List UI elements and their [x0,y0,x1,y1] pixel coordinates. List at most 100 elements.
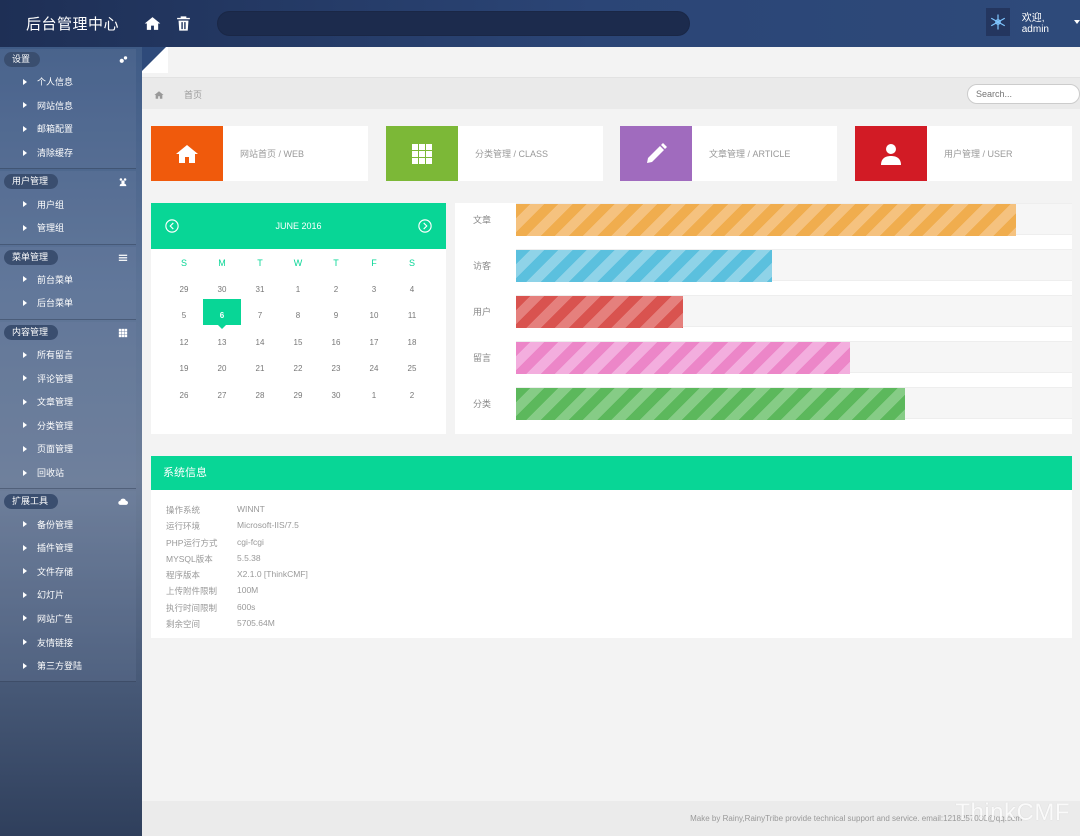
sidebar-item-label: 评论管理 [37,373,74,384]
calendar-day[interactable]: 10 [355,311,393,320]
sidebar-section-title[interactable]: 设置 [4,52,41,67]
sidebar-section-title[interactable]: 用户管理 [4,174,59,190]
quick-tile[interactable]: 分类管理 / CLASS [386,126,603,181]
stat-bar-label: 分类 [473,399,492,409]
top-search-input[interactable] [217,11,690,36]
calendar-day[interactable]: 9 [317,311,355,320]
calendar-day[interactable]: 31 [241,285,279,294]
calendar-day[interactable]: 16 [317,338,355,347]
caret-right-icon [23,375,27,382]
sidebar-item[interactable]: 个人信息 [0,70,136,94]
sidebar-section-title[interactable]: 扩展工具 [4,494,59,510]
sidebar-item[interactable]: 所有留言 [0,343,136,367]
user-menu[interactable]: 欢迎, admin [986,8,1080,36]
sidebar-section-header[interactable]: 内容管理 [0,322,136,343]
sidebar-item[interactable]: 幻灯片 [0,583,136,607]
calendar-day[interactable]: 26 [165,391,203,400]
quick-tile[interactable]: 网站首页 / WEB [151,126,368,181]
calendar-day[interactable]: 2 [393,391,431,400]
sidebar-item[interactable]: 后台菜单 [0,291,136,315]
caret-right-icon [23,422,27,429]
calendar-day[interactable]: 25 [393,364,431,373]
sidebar-item[interactable]: 评论管理 [0,366,136,390]
sidebar-item[interactable]: 回收站 [0,461,136,485]
calendar-day[interactable]: 24 [355,364,393,373]
search-input[interactable] [967,84,1080,104]
calendar-day[interactable]: 20 [203,364,241,373]
sidebar-item[interactable]: 第三方登陆 [0,654,136,678]
calendar-day[interactable]: 11 [393,311,431,320]
weekday-row: SMTWTFS [151,249,446,276]
calendar-day[interactable]: 15 [279,338,317,347]
calendar-day[interactable]: 19 [165,364,203,373]
calendar-day[interactable]: 5 [165,311,203,320]
stat-bar-fill [516,342,850,374]
home-icon[interactable] [143,14,161,32]
calendar-day[interactable]: 27 [203,391,241,400]
sidebar-section-header[interactable]: 设置 [0,49,136,70]
system-info-value: X2.1.0 [ThinkCMF] [237,569,308,580]
sidebar-item[interactable]: 网站信息 [0,94,136,118]
sidebar-item[interactable]: 友情链接 [0,630,136,654]
sidebar-item[interactable]: 管理组 [0,216,136,240]
sidebar-item[interactable]: 用户组 [0,192,136,216]
calendar-next-button[interactable] [418,219,432,233]
sidebar-item[interactable]: 文件存储 [0,560,136,584]
sidebar-item[interactable]: 邮箱配置 [0,117,136,141]
calendar-day[interactable]: 28 [241,391,279,400]
sidebar-item[interactable]: 前台菜单 [0,268,136,292]
calendar-day[interactable]: 2 [317,285,355,294]
stat-bar-track [516,387,1072,420]
sidebar-item[interactable]: 网站广告 [0,607,136,631]
sidebar-item-label: 管理组 [37,223,65,234]
calendar-day[interactable]: 12 [165,338,203,347]
home-icon[interactable] [154,89,164,99]
caret-right-icon [23,469,27,476]
system-info-row: 运行环境 Microsoft-IIS/7.5 [166,520,1072,536]
sidebar-item[interactable]: 分类管理 [0,414,136,438]
sidebar-item[interactable]: 文章管理 [0,390,136,414]
quick-tile[interactable]: 用户管理 / USER [855,126,1072,181]
calendar-day[interactable]: 1 [279,285,317,294]
calendar-day[interactable]: 8 [279,311,317,320]
calendar-day[interactable]: 30 [317,391,355,400]
grid-icon [118,327,128,337]
calendar-day[interactable]: 22 [279,364,317,373]
calendar-day[interactable]: 30 [203,285,241,294]
calendar-day[interactable]: 29 [165,285,203,294]
quick-tile[interactable]: 文章管理 / ARTICLE [620,126,837,181]
caret-right-icon [23,662,27,669]
sidebar-section-header[interactable]: 菜单管理 [0,247,136,268]
calendar-day[interactable]: 3 [355,285,393,294]
calendar-day[interactable]: 17 [355,338,393,347]
caret-right-icon [23,521,27,528]
trash-icon[interactable] [174,14,192,32]
sidebar-item[interactable]: 备份管理 [0,512,136,536]
pencil-icon [620,126,692,181]
calendar-day[interactable]: 29 [279,391,317,400]
calendar-day[interactable]: 6 [203,299,241,330]
calendar-header: JUNE 2016 [151,203,446,249]
sidebar-section: 内容管理 所有留言 评论管理 文章管理 分类管理 页面管理 回收站 [0,321,136,490]
sidebar-item[interactable]: 清除缓存 [0,141,136,165]
calendar-day[interactable]: 18 [393,338,431,347]
system-info-row: 剩余空间 5705.64M [166,618,1072,634]
user-welcome[interactable]: 欢迎, admin [1022,9,1080,35]
sidebar-section-header[interactable]: 用户管理 [0,171,136,192]
sidebar-item[interactable]: 插件管理 [0,536,136,560]
calendar-day[interactable]: 4 [393,285,431,294]
avatar[interactable] [986,8,1010,36]
sidebar-section-title[interactable]: 菜单管理 [4,249,59,265]
sidebar-section-title[interactable]: 内容管理 [4,324,59,340]
snowflake-icon [990,14,1005,30]
calendar-day[interactable]: 13 [203,338,241,347]
sidebar-menu: 设置 个人信息 网站信息 邮箱配置 清除缓存 用户管理 用户组 管理组 菜单管理 [0,47,136,683]
sidebar-item-label: 回收站 [37,468,65,479]
calendar-day[interactable]: 23 [317,364,355,373]
calendar-day[interactable]: 14 [241,338,279,347]
calendar-day[interactable]: 21 [241,364,279,373]
calendar-day[interactable]: 1 [355,391,393,400]
sidebar-section-header[interactable]: 扩展工具 [0,491,136,512]
sidebar-item[interactable]: 页面管理 [0,437,136,461]
calendar-day[interactable]: 7 [241,311,279,320]
